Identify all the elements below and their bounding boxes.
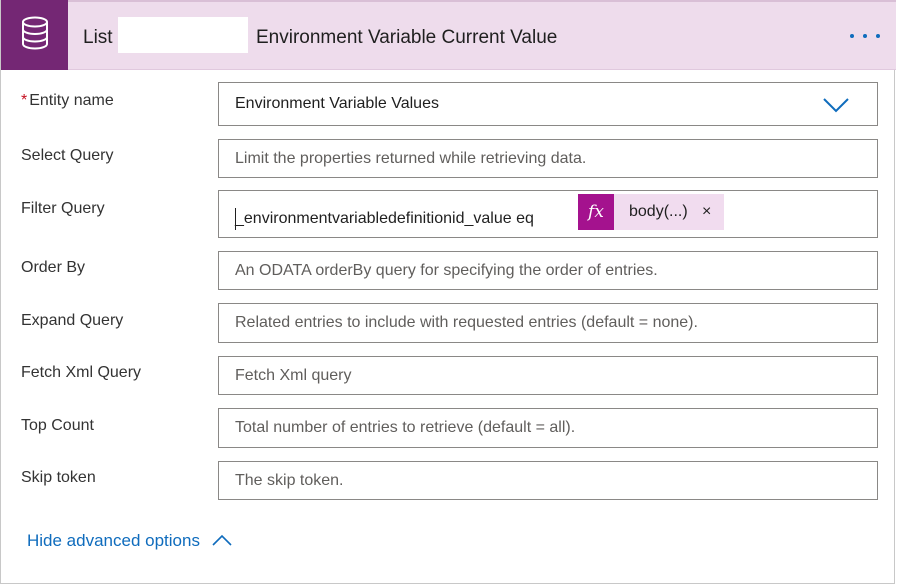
expand-query-label: Expand Query <box>21 312 124 329</box>
action-title: Environment Variable Current Value <box>256 27 558 48</box>
select-query-input[interactable]: Limit the properties returned while retr… <box>218 139 878 178</box>
order-by-placeholder: An ODATA orderBy query for specifying th… <box>235 261 658 279</box>
filter-query-label: Filter Query <box>21 200 105 217</box>
more-options-button[interactable] <box>843 20 887 50</box>
fetch-xml-query-input[interactable]: Fetch Xml query <box>218 356 878 395</box>
order-by-input[interactable]: An ODATA orderBy query for specifying th… <box>218 251 878 290</box>
chevron-up-icon <box>200 531 232 551</box>
function-icon: fx <box>578 194 614 230</box>
action-card: List Environment Variable Current Value … <box>0 0 896 584</box>
skip-token-placeholder: The skip token. <box>235 471 344 489</box>
skip-token-label: Skip token <box>21 469 96 486</box>
expand-query-placeholder: Related entries to include with requeste… <box>235 314 698 331</box>
chevron-down-icon[interactable] <box>823 96 849 114</box>
dataverse-connector-tile <box>1 0 68 70</box>
select-query-placeholder: Limit the properties returned while retr… <box>235 149 587 167</box>
hide-advanced-options-label: Hide advanced options <box>27 531 200 550</box>
action-header[interactable]: List Environment Variable Current Value <box>1 0 896 70</box>
skip-token-input[interactable]: The skip token. <box>218 461 878 500</box>
top-count-placeholder: Total number of entries to retrieve (def… <box>235 419 576 436</box>
close-icon[interactable]: × <box>696 194 724 230</box>
redacted-block <box>118 17 248 53</box>
header-top-border <box>1 0 896 2</box>
entity-name-dropdown[interactable]: Environment Variable Values <box>218 82 878 126</box>
top-count-input[interactable]: Total number of entries to retrieve (def… <box>218 408 878 448</box>
order-by-label: Order By <box>21 259 86 276</box>
entity-name-label-text: Entity name <box>29 92 114 109</box>
select-query-label: Select Query <box>21 147 114 164</box>
entity-name-label: * Entity name <box>21 91 114 111</box>
token-label: body(...) <box>629 203 688 220</box>
fetch-xml-query-placeholder: Fetch Xml query <box>235 366 352 384</box>
dynamic-content-token[interactable]: fx body(...) × <box>578 194 724 230</box>
top-count-label: Top Count <box>21 417 94 434</box>
action-title-prefix: List <box>83 27 113 48</box>
filter-query-value: _environmentvariabledefinitionid_value e… <box>235 210 534 227</box>
expand-query-input[interactable]: Related entries to include with requeste… <box>218 303 878 343</box>
entity-name-value: Environment Variable Values <box>235 95 439 112</box>
more-horizontal-icon <box>849 26 881 44</box>
required-marker: * <box>21 92 28 109</box>
database-icon <box>19 16 51 55</box>
fetch-xml-query-label: Fetch Xml Query <box>21 364 142 381</box>
filter-query-input[interactable]: _environmentvariabledefinitionid_value e… <box>218 190 878 238</box>
hide-advanced-options-button[interactable]: Hide advanced options <box>27 531 232 551</box>
